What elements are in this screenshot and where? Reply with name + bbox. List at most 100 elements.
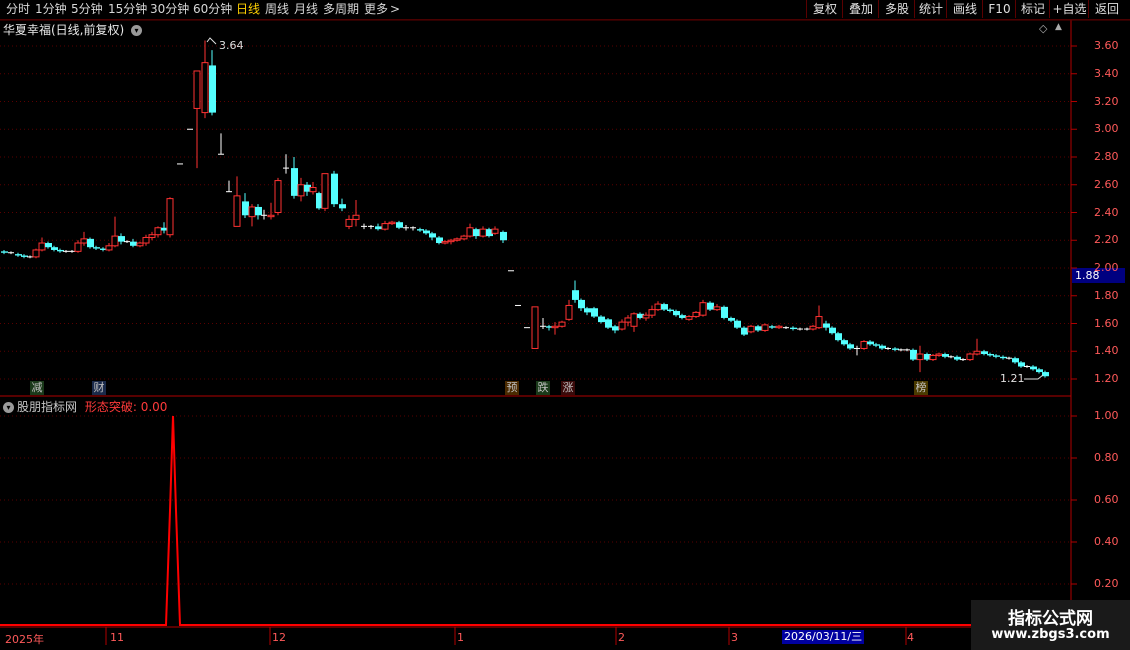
candle-body: [929, 354, 937, 361]
candle-body: [429, 233, 436, 238]
candle-body: [291, 168, 298, 196]
candle-body: [447, 239, 455, 243]
candle-body: [111, 235, 119, 247]
candle-body: [734, 320, 741, 328]
watermark-title: 指标公式网: [1008, 609, 1093, 629]
candle-body: [51, 247, 58, 250]
candle-body: [654, 303, 662, 311]
candle-body: [747, 325, 755, 333]
candle-body: [707, 302, 714, 310]
candle-body: [233, 195, 241, 227]
candle-body: [105, 245, 113, 251]
candle-body: [297, 184, 305, 197]
candle-body: [642, 314, 650, 319]
candle-body: [331, 173, 338, 205]
candle-body: [255, 206, 262, 216]
candle-body: [860, 341, 868, 349]
candle-body: [565, 304, 573, 320]
candle-body: [630, 313, 638, 327]
candle-body: [815, 316, 823, 329]
candle-body: [193, 70, 201, 109]
watermark-url: www.zbgs3.com: [991, 627, 1110, 642]
candle-body: [479, 228, 487, 237]
candle-body: [551, 325, 559, 329]
candle-body: [396, 222, 403, 228]
candle-body: [375, 226, 382, 230]
candle-body: [867, 341, 874, 345]
candle-body: [661, 304, 668, 310]
candle-body: [667, 309, 674, 312]
candle-body: [892, 348, 899, 350]
candle-body: [935, 353, 943, 356]
candle-body: [491, 228, 499, 234]
watermark-box: 指标公式网 www.zbgs3.com: [971, 600, 1130, 650]
candle-body: [248, 206, 256, 218]
high-pointer: [206, 37, 217, 45]
candle-body: [721, 306, 728, 318]
candle-body: [274, 180, 282, 213]
candle-body: [148, 234, 156, 238]
candle-body: [624, 317, 632, 323]
candle-body: [388, 221, 396, 225]
candle-body: [713, 306, 721, 311]
candle-body: [453, 238, 461, 241]
candle-body: [352, 214, 360, 220]
candle-body: [673, 311, 680, 316]
candle-body: [136, 242, 144, 247]
candle-body: [916, 353, 924, 361]
candle-body: [692, 311, 700, 318]
candle-body: [993, 355, 1000, 357]
candle-body: [879, 345, 886, 349]
candle-body: [648, 309, 656, 316]
candle-body: [531, 306, 539, 349]
candle-body: [321, 173, 329, 209]
candle-body: [809, 325, 817, 330]
candle-body: [1000, 356, 1007, 359]
candle-body: [21, 255, 28, 257]
candle-body: [38, 242, 46, 251]
candle-body: [154, 227, 162, 236]
candle-body: [80, 238, 88, 244]
candle-body: [981, 351, 988, 355]
candle-body: [973, 350, 981, 355]
kline-chart[interactable]: [0, 0, 1130, 650]
candle-body: [841, 340, 848, 345]
candle-body: [142, 236, 150, 244]
candle-body: [130, 241, 137, 246]
candle-body: [761, 324, 769, 331]
candle-body: [942, 354, 949, 357]
candle-body: [572, 290, 579, 300]
candle-body: [987, 354, 994, 356]
candle-body: [1012, 358, 1019, 363]
candle-body: [699, 302, 707, 316]
candle-body: [741, 327, 748, 335]
candle-body: [591, 308, 598, 317]
candle-body: [847, 344, 854, 349]
low-pointer: [1024, 374, 1044, 380]
candle-body: [15, 254, 22, 256]
candle-body: [910, 349, 917, 360]
candle-body: [769, 326, 776, 328]
candle-body: [423, 230, 430, 234]
candle-body: [578, 299, 585, 309]
candle-body: [339, 204, 346, 209]
candle-body: [1036, 369, 1043, 373]
candle-body: [558, 321, 566, 327]
candle-body: [829, 327, 836, 334]
candle-body: [500, 231, 507, 241]
candle-body: [790, 327, 797, 330]
candle-body: [685, 316, 693, 320]
candle-body: [267, 214, 275, 218]
candle-body: [201, 62, 209, 114]
candle-body: [1030, 366, 1037, 370]
indicator-line: [0, 415, 1071, 626]
candle-body: [57, 249, 64, 252]
candle-body: [679, 315, 686, 318]
candle-body: [1, 251, 8, 253]
candle-body: [954, 356, 961, 360]
candle-body: [584, 308, 591, 313]
candle-body: [45, 243, 52, 248]
candle-body: [1042, 372, 1049, 377]
candle-body: [460, 235, 468, 240]
candle-body: [242, 201, 249, 216]
